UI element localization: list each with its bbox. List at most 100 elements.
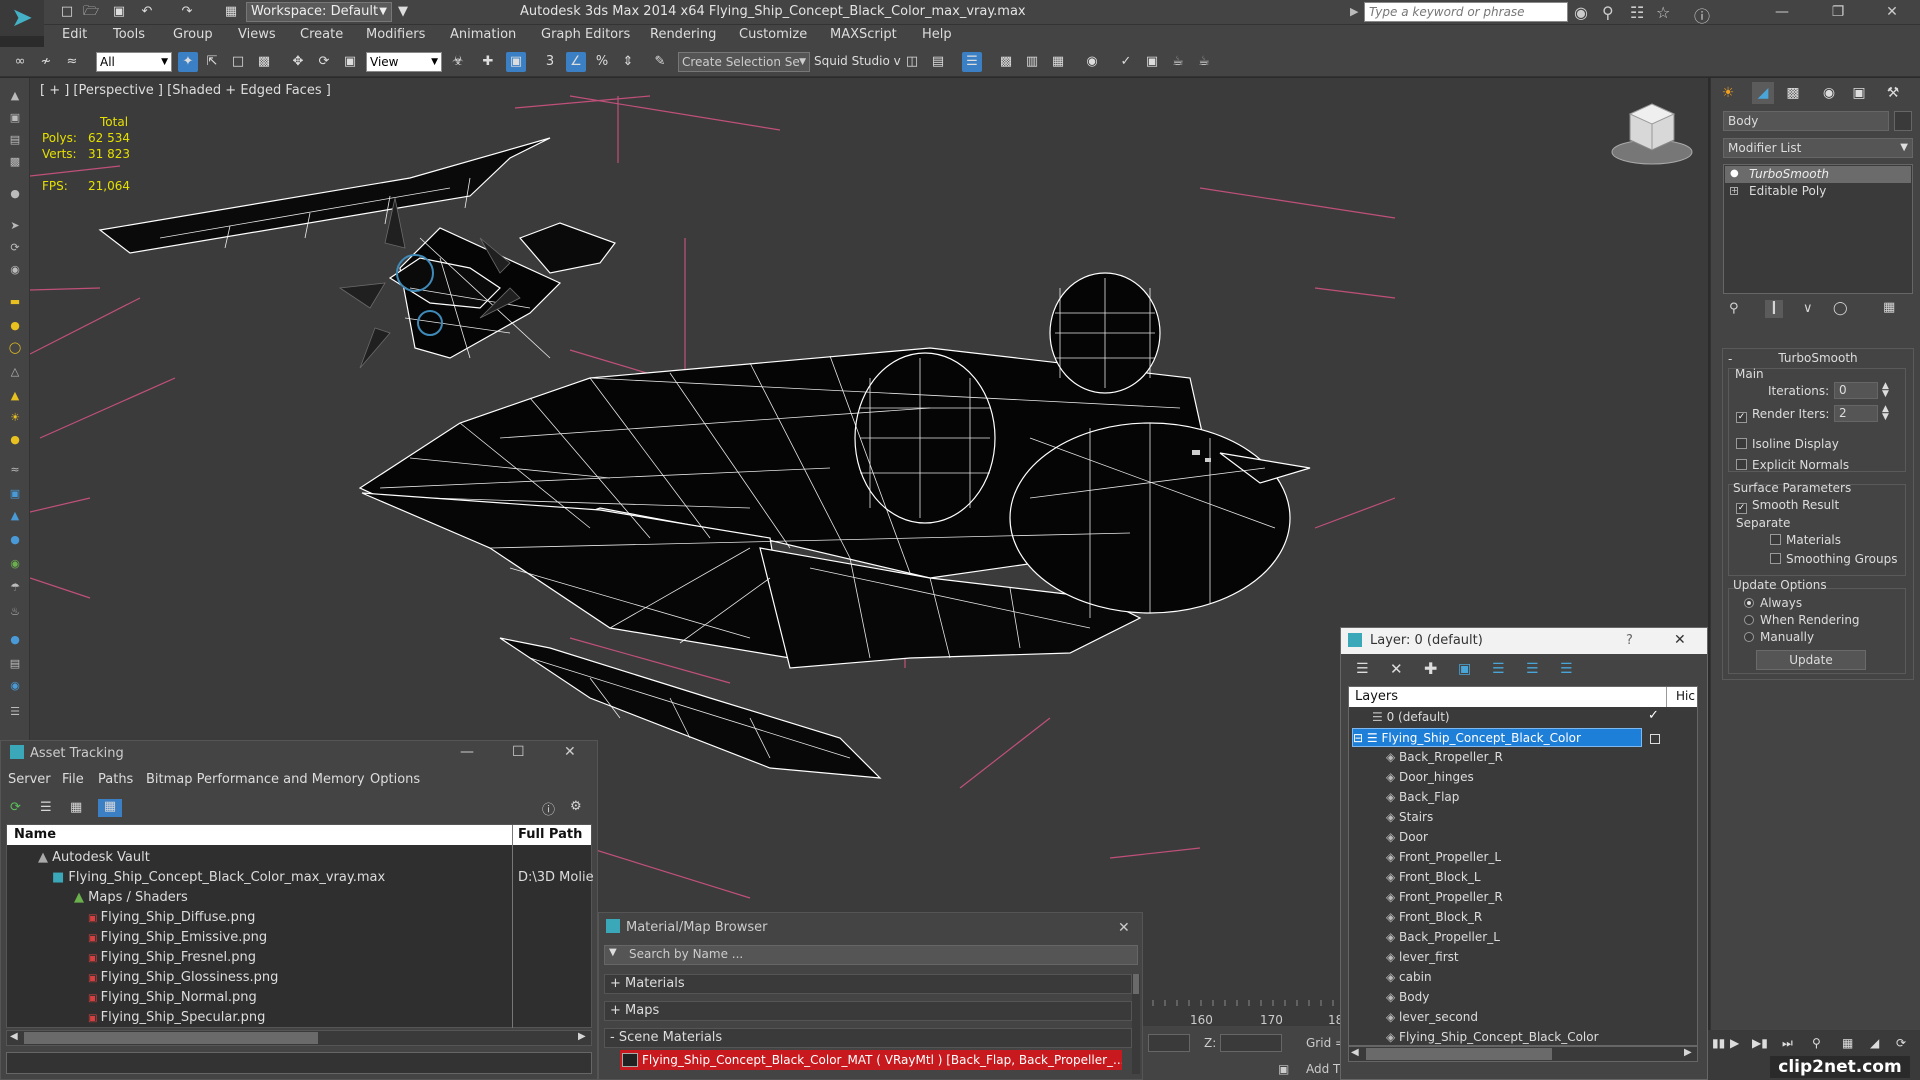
menu-tools[interactable]: Tools [113, 27, 145, 42]
layer-object-row[interactable]: ◈ Back_Flap [1386, 788, 1716, 807]
asset-menu-bitmap-performance[interactable]: Bitmap Performance and Memory [146, 772, 365, 787]
always-radio[interactable]: Always [1744, 596, 1802, 610]
menu-customize[interactable]: Customize [739, 27, 807, 42]
render-iters-checkbox[interactable]: ✓ Render Iters: [1736, 407, 1829, 423]
scene-materials-section[interactable]: - Scene Materials [604, 1028, 1132, 1048]
play-icon[interactable]: ▶ [1730, 1036, 1739, 1050]
table-view-icon[interactable]: ▦ [70, 800, 82, 815]
column-header-name[interactable]: Name [14, 827, 56, 842]
select-object-icon[interactable]: ✦ [178, 52, 198, 72]
strip-tool-icon[interactable]: ● [7, 532, 23, 548]
strip-tool-icon[interactable]: ● [7, 432, 23, 448]
new-file-icon[interactable]: □ [58, 3, 76, 21]
layer-object-row[interactable]: ◈ Front_Block_R [1386, 908, 1716, 927]
refresh-icon[interactable]: ⟳ [10, 800, 21, 815]
field-of-view-icon[interactable]: ◢ [1870, 1036, 1879, 1050]
material-editor-icon[interactable]: ◉ [1082, 52, 1102, 72]
layer-scrollbar-thumb[interactable] [1366, 1048, 1552, 1060]
add-to-layer-icon[interactable]: ✚ [1424, 659, 1437, 678]
align-icon[interactable]: ▤ [928, 52, 948, 72]
menu-rendering[interactable]: Rendering [650, 27, 716, 42]
project-folder-icon[interactable]: ▦ [222, 3, 240, 21]
workspace-dropdown-icon[interactable]: ▼ [396, 3, 410, 21]
menu-maxscript[interactable]: MAXScript [830, 27, 897, 42]
iterations-spinner[interactable]: 0 [1834, 382, 1878, 399]
select-manipulate-icon[interactable]: ✚ [478, 52, 498, 72]
undo-icon[interactable]: ↶ [138, 3, 156, 21]
collapse-minus-icon[interactable]: ⊟ [1353, 731, 1367, 745]
redo-icon[interactable]: ↷ [178, 3, 196, 21]
zoom-icon[interactable]: ⚲ [1812, 1036, 1821, 1050]
z-coordinate-field[interactable] [1220, 1034, 1282, 1052]
strip-tool-icon[interactable]: ▤ [7, 656, 23, 672]
asset-menu-file[interactable]: File [62, 772, 84, 787]
asset-row-map[interactable]: ▣ Flying_Ship_Diffuse.png [88, 908, 255, 927]
rollout-collapse-icon[interactable]: - [1728, 352, 1732, 366]
menu-group[interactable]: Group [173, 27, 213, 42]
y-coordinate-field[interactable] [1148, 1034, 1190, 1052]
modify-tab-icon[interactable]: ◢ [1752, 82, 1774, 104]
percent-snap-icon[interactable]: % [592, 52, 612, 72]
menu-graph-editors[interactable]: Graph Editors [541, 27, 630, 42]
layer-object-row[interactable]: ◈ Flying_Ship_Concept_Black_Color [1386, 1028, 1716, 1047]
rotate-icon[interactable]: ⟳ [314, 52, 334, 72]
when-rendering-radio[interactable]: When Rendering [1744, 613, 1860, 627]
scroll-left-icon[interactable]: ◀ [10, 1031, 18, 1042]
bind-space-warp-icon[interactable]: ≈ [62, 52, 82, 72]
layer-object-row[interactable]: ◈ Front_Propeller_L [1386, 848, 1716, 867]
layer-object-row[interactable]: ◈ Front_Block_L [1386, 868, 1716, 887]
asset-settings-icon[interactable]: ⚙ [570, 799, 582, 814]
menu-views[interactable]: Views [238, 27, 276, 42]
column-header-full-path[interactable]: Full Path [518, 827, 582, 842]
material-browser-titlebar[interactable]: Material/Map Browser [606, 916, 1126, 940]
list-view-icon[interactable]: ☰ [40, 800, 52, 815]
strip-tool-icon[interactable]: ◉ [7, 678, 23, 694]
next-frame-icon[interactable]: ▶▮ [1752, 1036, 1768, 1050]
app-logo-icon[interactable]: ➤ [0, 0, 44, 36]
strip-tool-icon[interactable]: ⟳ [7, 240, 23, 256]
highlight-selected-icon[interactable]: ☰ [1492, 661, 1505, 677]
configure-sets-icon[interactable]: ▦ [1883, 300, 1895, 315]
hierarchy-tab-icon[interactable]: ▩ [1782, 82, 1804, 104]
angle-snap-icon[interactable]: ∠ [566, 52, 586, 72]
layer-object-row[interactable]: ◈ Back_Propeller_L [1386, 928, 1716, 947]
display-tab-icon[interactable]: ▣ [1848, 82, 1870, 104]
pivot-center-icon[interactable]: ☣ [448, 52, 468, 72]
layer-object-row[interactable]: ◈ cabin [1386, 968, 1716, 987]
materials-section[interactable]: + Materials [604, 974, 1132, 994]
favorites-star-icon[interactable]: ☆ [1656, 3, 1670, 22]
open-file-icon[interactable]: 🗁 [82, 3, 100, 21]
remove-modifier-icon[interactable]: ◯ [1833, 301, 1848, 316]
grid-view-icon[interactable]: ▦ [98, 799, 122, 817]
scroll-right-icon[interactable]: ▶ [578, 1031, 586, 1042]
show-end-result-icon[interactable]: ❙ [1765, 300, 1783, 318]
select-objects-in-layer-icon[interactable]: ▣ [1458, 661, 1471, 677]
select-by-name-icon[interactable]: ⇱ [202, 52, 222, 72]
search-input[interactable]: Type a keyword or phrase [1364, 2, 1568, 22]
explicit-normals-checkbox[interactable]: Explicit Normals [1736, 458, 1849, 472]
snaps-toggle-icon[interactable]: 3 [540, 52, 560, 72]
strip-tool-icon[interactable]: ♨ [7, 604, 23, 620]
strip-tool-icon[interactable]: ▲ [7, 388, 23, 404]
strip-tool-icon[interactable]: ≈ [7, 462, 23, 478]
create-tab-icon[interactable]: ☀ [1717, 82, 1739, 104]
strip-tool-icon[interactable]: ◉ [7, 262, 23, 278]
asset-menu-paths[interactable]: Paths [98, 772, 133, 787]
object-name-field[interactable]: Body [1723, 111, 1889, 131]
asset-scrollbar-thumb[interactable] [24, 1032, 318, 1044]
layer-object-row[interactable]: ◈ Front_Propeller_R [1386, 888, 1716, 907]
edit-named-selection-icon[interactable]: ✎ [650, 52, 670, 72]
layer-dialog-close-button[interactable]: ✕ [1674, 632, 1686, 648]
keyboard-shortcut-override-icon[interactable]: ▣ [506, 52, 526, 72]
unlink-icon[interactable]: ≁ [36, 52, 56, 72]
rendered-frame-window-icon[interactable]: ▣ [1142, 52, 1162, 72]
stack-item-turbosmooth[interactable]: TurboSmooth [1725, 166, 1911, 183]
strip-tool-icon[interactable]: ▤ [7, 132, 23, 148]
minimize-button[interactable]: — [1762, 1, 1802, 23]
communication-center-icon[interactable]: ☷ [1630, 3, 1644, 22]
layer-object-row[interactable]: ◈ lever_first [1386, 948, 1716, 967]
layer-dialog-help-button[interactable]: ? [1626, 633, 1633, 648]
asset-maximize-button[interactable]: ☐ [512, 744, 525, 760]
modifier-list-select[interactable]: Modifier List ▼ [1723, 138, 1913, 158]
scale-icon[interactable]: ▣ [340, 52, 360, 72]
